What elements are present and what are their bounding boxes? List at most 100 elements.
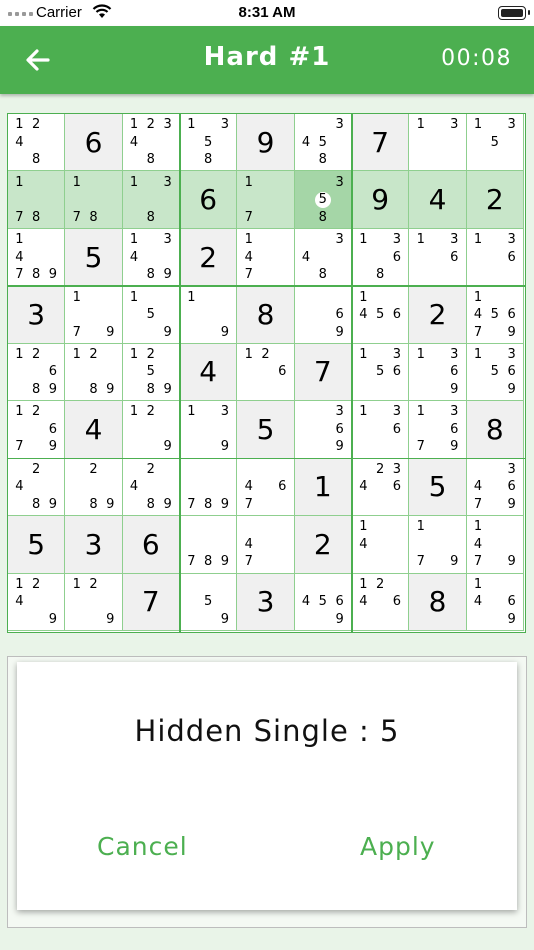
candidate-note: 9: [48, 496, 58, 512]
sudoku-cell[interactable]: 1 35 8: [180, 114, 238, 172]
candidate-note: [102, 363, 119, 380]
sudoku-cell[interactable]: 4: [65, 401, 123, 459]
sudoku-cell[interactable]: 59: [180, 573, 238, 631]
candidate-note: [372, 553, 389, 570]
candidate-note: [372, 346, 389, 363]
sudoku-cell[interactable]: 5: [237, 401, 295, 459]
cell-value: 4: [428, 183, 447, 217]
sudoku-cell[interactable]: 1 36: [352, 401, 410, 459]
sudoku-cell[interactable]: 12689: [8, 343, 66, 402]
candidate-note: 9: [220, 611, 230, 627]
sudoku-cell[interactable]: 1 7 9: [65, 286, 123, 344]
candidate-note: 9: [163, 324, 172, 340]
sudoku-cell[interactable]: 1: [294, 458, 352, 517]
sudoku-cell[interactable]: 3 4 6 7 9: [466, 458, 524, 517]
sudoku-cell[interactable]: 2: [180, 228, 238, 287]
sudoku-cell[interactable]: 1 3 9: [180, 401, 238, 459]
candidate-note: 4: [473, 536, 483, 552]
sudoku-cell[interactable]: 789: [180, 458, 238, 517]
sudoku-cell[interactable]: 7: [352, 114, 410, 172]
sudoku-cell[interactable]: 126: [237, 343, 295, 402]
sudoku-cell[interactable]: 8: [409, 573, 467, 631]
candidate-note: [102, 288, 119, 305]
sudoku-cell[interactable]: 12 89: [65, 343, 123, 402]
sudoku-cell[interactable]: 9: [352, 171, 410, 229]
sudoku-cell[interactable]: 1 368: [352, 228, 410, 287]
sudoku-cell[interactable]: 6: [122, 516, 180, 574]
sudoku-cell[interactable]: 8: [237, 286, 295, 344]
sudoku-cell[interactable]: 6: [65, 114, 123, 172]
sudoku-cell[interactable]: 1 456 7 9: [466, 286, 524, 344]
sudoku-cell[interactable]: 1 4 69: [466, 573, 524, 631]
sudoku-cell[interactable]: 1 356: [352, 343, 410, 402]
sudoku-cell[interactable]: 69: [294, 286, 352, 344]
sudoku-cell[interactable]: 126 7 9: [8, 401, 66, 459]
sudoku-cell[interactable]: 358: [294, 171, 352, 229]
sudoku-cell[interactable]: 1248: [8, 114, 66, 172]
sudoku-cell[interactable]: 3 45 8: [294, 114, 352, 172]
sudoku-cell[interactable]: 4: [180, 343, 238, 402]
candidate-note: [314, 116, 331, 133]
sudoku-cell[interactable]: 47: [237, 516, 295, 574]
sudoku-cell[interactable]: 159: [122, 286, 180, 344]
sudoku-cell[interactable]: 124 6: [352, 573, 410, 631]
sudoku-cell[interactable]: 1 36 7 9: [409, 401, 467, 459]
sudoku-cell[interactable]: 124 9: [8, 573, 66, 631]
candidate-note: [257, 478, 274, 495]
sudoku-cell[interactable]: 23 4 6: [352, 458, 410, 517]
sudoku-cell[interactable]: 2: [294, 516, 352, 574]
sudoku-cell[interactable]: 7: [294, 343, 352, 402]
sudoku-cell[interactable]: 2: [466, 171, 524, 229]
sudoku-cell[interactable]: 2 89: [65, 458, 123, 517]
sudoku-cell[interactable]: 5: [409, 458, 467, 517]
sudoku-cell[interactable]: 1 35: [466, 114, 524, 172]
sudoku-cell[interactable]: 4 6 7: [237, 458, 295, 517]
sudoku-cell[interactable]: 5: [65, 228, 123, 287]
sudoku-cell[interactable]: 4: [409, 171, 467, 229]
sudoku-cell[interactable]: 17: [237, 171, 295, 229]
sudoku-cell[interactable]: 2489: [8, 458, 66, 517]
sudoku-cell[interactable]: 123 48: [122, 114, 180, 172]
candidate-note: [200, 611, 217, 628]
sudoku-cell[interactable]: 12 9: [65, 573, 123, 631]
sudoku-cell[interactable]: 2: [409, 286, 467, 344]
sudoku-cell[interactable]: 4569: [294, 573, 352, 631]
sudoku-cell[interactable]: 1 3 489: [122, 228, 180, 287]
sudoku-cell[interactable]: 1 3569: [466, 343, 524, 402]
sudoku-cell[interactable]: 12 9: [122, 401, 180, 459]
sudoku-cell[interactable]: 1 78: [8, 171, 66, 229]
sudoku-cell[interactable]: 1 78: [65, 171, 123, 229]
candidate-note: 3: [335, 232, 344, 248]
sudoku-cell[interactable]: 19: [180, 286, 238, 344]
candidate-note: 7: [15, 267, 24, 283]
sudoku-cell[interactable]: 1 3 8: [122, 171, 180, 229]
cancel-button[interactable]: Cancel: [97, 832, 188, 861]
sudoku-cell[interactable]: 3 48: [294, 228, 352, 287]
sudoku-cell[interactable]: 6: [180, 171, 238, 229]
sudoku-cell[interactable]: 9: [237, 114, 295, 172]
sudoku-cell[interactable]: 12 589: [122, 343, 180, 402]
sudoku-cell[interactable]: 5: [8, 516, 66, 574]
candidate-note: [389, 266, 406, 283]
sudoku-cell[interactable]: 14: [352, 516, 410, 574]
sudoku-cell[interactable]: 14 7 9: [466, 516, 524, 574]
candidate-note: [11, 363, 28, 380]
sudoku-cell[interactable]: 1 7 9: [409, 516, 467, 574]
candidate-note: 1: [416, 232, 425, 248]
sudoku-cell[interactable]: 1 36: [466, 228, 524, 287]
sudoku-cell[interactable]: 1 456: [352, 286, 410, 344]
sudoku-cell[interactable]: 7: [122, 573, 180, 631]
sudoku-cell[interactable]: 3: [237, 573, 295, 631]
sudoku-cell[interactable]: 8: [466, 401, 524, 459]
sudoku-cell[interactable]: 3: [65, 516, 123, 574]
sudoku-cell[interactable]: 1 3 69: [409, 343, 467, 402]
sudoku-cell[interactable]: 789: [180, 516, 238, 574]
sudoku-cell[interactable]: 36 9: [294, 401, 352, 459]
sudoku-cell[interactable]: 14 7: [237, 228, 295, 287]
sudoku-cell[interactable]: 13: [409, 114, 467, 172]
sudoku-cell[interactable]: 1 36: [409, 228, 467, 287]
sudoku-cell[interactable]: 3: [8, 286, 66, 344]
sudoku-cell[interactable]: 2489: [122, 458, 180, 517]
sudoku-cell[interactable]: 14 789: [8, 228, 66, 287]
apply-button[interactable]: Apply: [360, 832, 436, 861]
